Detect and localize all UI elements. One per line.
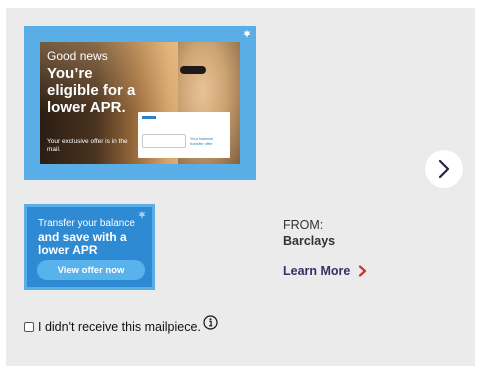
not-received-checkbox[interactable] (24, 322, 34, 332)
learn-more-label: Learn More (283, 264, 351, 278)
offer-line-1: Transfer your balance (38, 218, 135, 229)
artwork-sunglasses (180, 66, 206, 74)
not-received-row: I didn't receive this mailpiece. (24, 320, 201, 334)
chevron-right-icon (438, 159, 450, 179)
offer-card[interactable]: Transfer your balance and save with a lo… (24, 204, 155, 290)
sender-name: Barclays (283, 234, 336, 248)
chevron-right-icon (358, 265, 367, 277)
not-received-label[interactable]: I didn't receive this mailpiece. (38, 320, 201, 334)
mail-subtext: Your exclusive offer is in the mail. (47, 138, 128, 153)
info-icon[interactable] (203, 315, 218, 330)
mail-eyebrow: Good news (47, 49, 108, 63)
next-mailpiece-button[interactable] (425, 150, 463, 188)
mailpiece-artwork: Good news You’re eligible for a lower AP… (40, 42, 240, 164)
mail-field (142, 134, 186, 148)
mail-offer-card: Your balance transfer offer (138, 112, 230, 158)
learn-more-link[interactable]: Learn More (283, 264, 367, 278)
view-offer-button[interactable]: View offer now (37, 260, 145, 280)
mail-card-caption: Your balance transfer offer (190, 136, 214, 146)
offer-line-2: and save with a lower APR (38, 230, 127, 257)
eagle-logo-icon (138, 211, 146, 219)
brand-mark (142, 116, 156, 119)
from-label: FROM: (283, 218, 324, 232)
mail-headline: You’re eligible for a lower APR. (47, 65, 136, 116)
eagle-logo-icon (243, 30, 251, 38)
mailpiece-image[interactable]: Good news You’re eligible for a lower AP… (24, 26, 256, 180)
